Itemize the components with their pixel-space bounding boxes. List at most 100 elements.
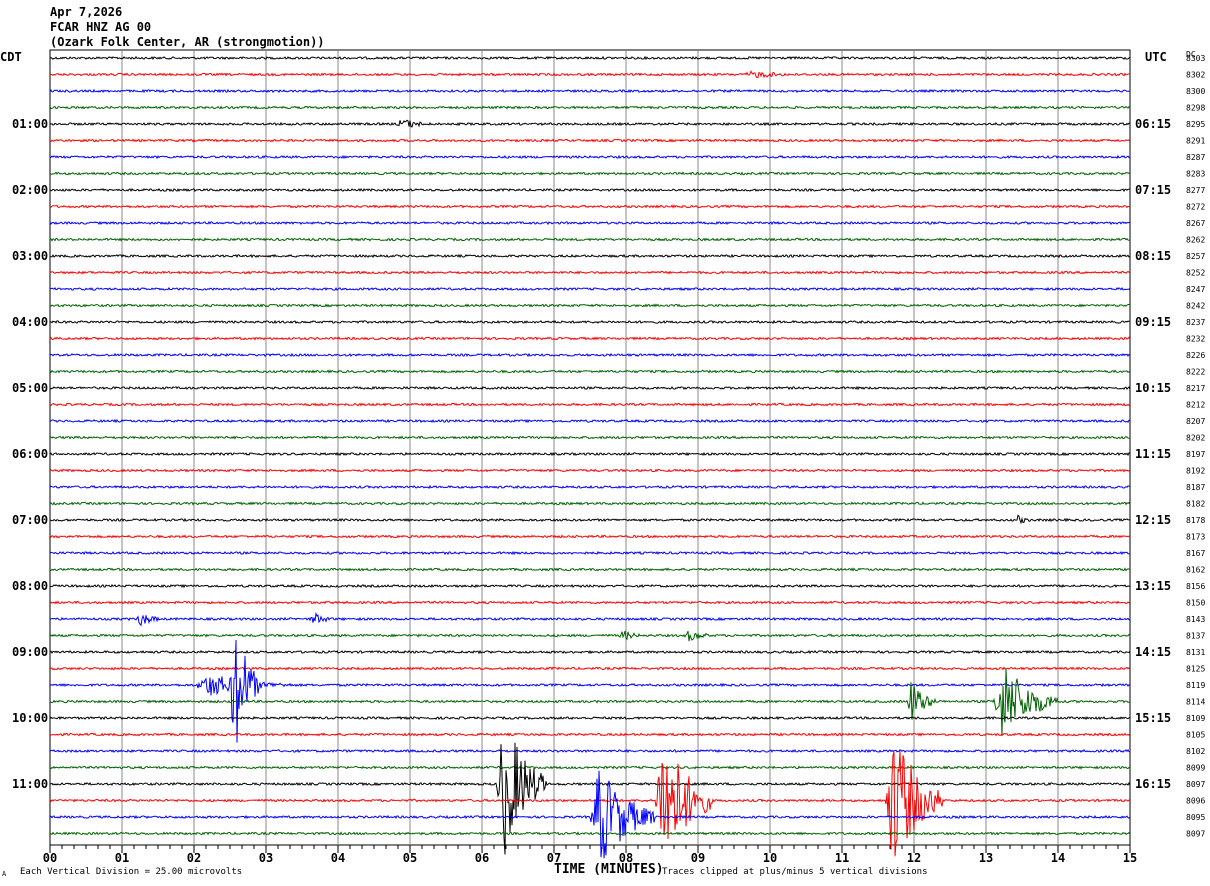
seismic-trace — [49, 831, 1131, 836]
seismic-trace — [49, 253, 1131, 259]
seismic-trace — [49, 138, 1131, 143]
x-tick-label: 15 — [1123, 851, 1137, 865]
dc-offset-label: 8242 — [1186, 302, 1205, 311]
utc-time-label: 09:15 — [1135, 315, 1171, 329]
x-tick-label: 14 — [1051, 851, 1065, 865]
utc-time-label: 13:15 — [1135, 579, 1171, 593]
date-label: Apr 7,2026 — [50, 5, 122, 19]
x-tick-label: 09 — [691, 851, 705, 865]
seismic-trace — [49, 435, 1131, 440]
utc-time-label: 08:15 — [1135, 249, 1171, 263]
seismic-trace — [49, 765, 1131, 770]
seismic-trace — [49, 501, 1131, 506]
dc-offset-label: 8295 — [1186, 120, 1205, 129]
dc-offset-label: 8097 — [1186, 780, 1205, 789]
dc-offset-label: 8303 — [1186, 54, 1205, 63]
dc-offset-label: 8298 — [1186, 104, 1205, 113]
dc-offset-label: 8173 — [1186, 533, 1205, 542]
dc-offset-label: 8257 — [1186, 252, 1205, 261]
dc-offset-label: 8114 — [1186, 698, 1205, 707]
dc-offset-label: 8277 — [1186, 186, 1205, 195]
x-tick-label: 05 — [403, 851, 417, 865]
utc-time-label: 16:15 — [1135, 777, 1171, 791]
seismic-trace — [49, 88, 1130, 94]
cdt-time-label: 11:00 — [12, 777, 48, 791]
dc-offset-label: 8102 — [1186, 747, 1205, 756]
seismic-trace — [49, 105, 1131, 110]
dc-offset-label: 8252 — [1186, 269, 1205, 278]
cdt-time-label: 07:00 — [12, 513, 48, 527]
seismic-trace — [49, 237, 1131, 242]
dc-offset-label: 8182 — [1186, 500, 1205, 509]
seismic-trace — [49, 666, 1131, 671]
seismic-trace — [49, 402, 1131, 407]
seismic-trace — [49, 187, 1130, 193]
seismic-trace — [49, 70, 1131, 79]
dc-offset-label: 8222 — [1186, 368, 1205, 377]
cdt-time-label: 05:00 — [12, 381, 48, 395]
traces — [49, 55, 1131, 859]
dc-offset-label: 8232 — [1186, 335, 1205, 344]
x-tick-label: 02 — [187, 851, 201, 865]
dc-offset-label: 8178 — [1186, 516, 1205, 525]
seismic-trace — [49, 55, 1131, 61]
x-tick-label: 01 — [115, 851, 129, 865]
dc-offset-label: 8150 — [1186, 599, 1205, 608]
dc-offset-label: 8156 — [1186, 582, 1205, 591]
scale-note: Each Vertical Division = 25.00 microvolt… — [20, 867, 242, 877]
x-tick-label: 00 — [43, 851, 57, 865]
seismic-trace — [49, 154, 1131, 160]
seismic-trace — [49, 369, 1131, 374]
dc-offset-label: 8187 — [1186, 483, 1205, 492]
dc-offset-label: 8105 — [1186, 731, 1205, 740]
seismic-trace — [49, 319, 1131, 325]
dc-offset-label: 8197 — [1186, 450, 1205, 459]
dc-offset-label: 8217 — [1186, 384, 1205, 393]
clip-note: Traces clipped at plus/minus 5 vertical … — [662, 867, 928, 877]
x-tick-label: 04 — [331, 851, 345, 865]
plot-frame — [49, 49, 1131, 846]
dc-offset-label: 8125 — [1186, 665, 1205, 674]
cdt-time-label: 01:00 — [12, 117, 48, 131]
seismic-trace — [49, 583, 1131, 589]
seismic-trace — [49, 171, 1131, 176]
utc-axis-title: UTC — [1145, 50, 1167, 64]
dc-offset-label: 8300 — [1186, 87, 1205, 96]
dc-offset-label: 8283 — [1186, 170, 1205, 179]
x-tick-label: 03 — [259, 851, 273, 865]
helicorder-plot: Apr 7,2026 FCAR HNZ AG 00 (Ozark Folk Ce… — [0, 5, 1205, 878]
x-tick-label: 11 — [835, 851, 849, 865]
seismic-trace — [49, 550, 1130, 556]
dc-offset-label: 8291 — [1186, 137, 1205, 146]
utc-time-label: 15:15 — [1135, 711, 1171, 725]
utc-time-label: 12:15 — [1135, 513, 1171, 527]
dc-offset-label: 8202 — [1186, 434, 1205, 443]
utc-time-label: 14:15 — [1135, 645, 1171, 659]
station-label: FCAR HNZ AG 00 — [50, 20, 151, 34]
seismic-trace — [49, 468, 1131, 473]
utc-time-label: 11:15 — [1135, 447, 1171, 461]
x-axis-title: TIME (MINUTES) — [554, 862, 664, 877]
seismic-trace — [49, 303, 1131, 308]
seismic-trace — [49, 385, 1131, 391]
dc-offset-label: 8287 — [1186, 153, 1205, 162]
x-tick-label: 06 — [475, 851, 489, 865]
x-tick-label: 13 — [979, 851, 993, 865]
seismic-trace — [49, 119, 1131, 128]
cdt-time-label: 09:00 — [12, 645, 48, 659]
dc-offset-label: 8137 — [1186, 632, 1205, 641]
seismic-trace — [49, 748, 1131, 754]
seismic-trace — [49, 270, 1131, 275]
seismic-trace — [49, 352, 1131, 358]
dc-offset-label: 8247 — [1186, 285, 1205, 294]
dc-offset-label: 8192 — [1186, 467, 1205, 476]
dc-offset-label: 8162 — [1186, 566, 1205, 575]
dc-offset-label: 8212 — [1186, 401, 1205, 410]
dc-offset-label: 8272 — [1186, 203, 1205, 212]
grid — [49, 49, 1131, 853]
corner-mark: A — [2, 870, 7, 878]
dc-offset-label: 8095 — [1186, 813, 1205, 822]
seismic-trace — [49, 668, 1131, 737]
dc-offset-label: 8302 — [1186, 71, 1205, 80]
dc-offset-label: 8262 — [1186, 236, 1205, 245]
